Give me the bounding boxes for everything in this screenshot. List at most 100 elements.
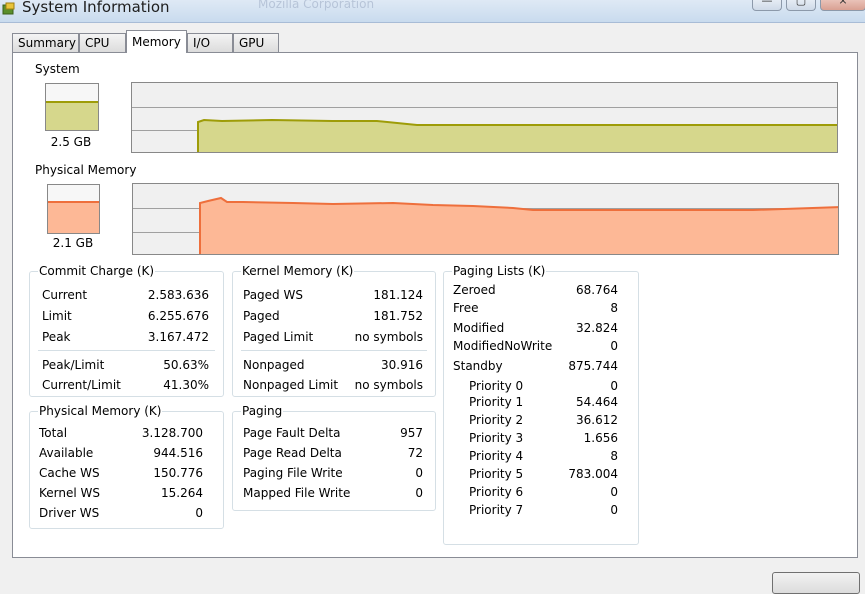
commit-current-limit-value: 41.30% [163, 378, 209, 392]
kernel-paged-ws-value: 181.124 [373, 288, 423, 302]
physical-memory-gauge-label: 2.1 GB [52, 236, 94, 250]
commit-charge-title: Commit Charge (K) [38, 264, 156, 278]
window-title: System Information [22, 0, 170, 16]
system-history-plot [132, 107, 837, 152]
kernel-paged-value: 181.752 [373, 309, 423, 323]
tab-io[interactable]: I/O [187, 33, 233, 52]
paging-title: Paging [241, 404, 284, 418]
system-history-graph [131, 82, 838, 153]
physical-driver-ws-label: Driver WS [39, 506, 100, 520]
paging-lists-priority-2-value: 36.612 [576, 413, 618, 427]
kernel-nonpaged-limit-label: Nonpaged Limit [243, 378, 339, 392]
close-button[interactable]: × [820, 0, 865, 11]
kernel-paged-limit-label: Paged Limit [243, 330, 314, 344]
paging-lists-priority-1-value: 54.464 [576, 395, 618, 409]
kernel-nonpaged-value: 30.916 [381, 358, 423, 372]
commit-current-limit-label: Current/Limit [42, 378, 121, 392]
system-gauge-fill [46, 101, 98, 130]
paging-lists-modifiednowrite-value: 0 [610, 339, 618, 353]
close-icon: × [838, 0, 848, 7]
paging-lists-priority-3-label: Priority 3 [469, 431, 524, 445]
physical-cache-ws-label: Cache WS [39, 466, 100, 480]
paging-lists-priority-4-label: Priority 4 [469, 449, 524, 463]
kernel-paged-ws-label: Paged WS [243, 288, 303, 302]
title-bar: System Information Mozilla Corporation —… [0, 0, 865, 23]
paging-lists-priority-6-value: 0 [610, 485, 618, 499]
kernel-memory-title: Kernel Memory (K) [241, 264, 355, 278]
system-section-title: System [35, 62, 80, 76]
paging-group: Paging Page Fault Delta 957 Page Read De… [232, 404, 436, 511]
paging-lists-priority-0-label: Priority 0 [469, 379, 524, 393]
paging-fault-delta-value: 957 [400, 426, 423, 440]
paging-lists-group: Paging Lists (K) Zeroed 68.764 Free 8 Mo… [443, 264, 639, 545]
paging-lists-modified-label: Modified [453, 321, 505, 335]
paging-lists-priority-7-value: 0 [610, 503, 618, 517]
physical-memory-section-title: Physical Memory [35, 163, 137, 177]
commit-charge-group: Commit Charge (K) Current 2.583.636 Limi… [29, 264, 224, 397]
paging-fault-delta-label: Page Fault Delta [243, 426, 341, 440]
tab-summary[interactable]: Summary [12, 33, 79, 52]
commit-peak-label: Peak [42, 330, 71, 344]
maximize-icon: ▢ [795, 0, 807, 7]
physical-available-value: 944.516 [153, 446, 203, 460]
paging-lists-priority-2-label: Priority 2 [469, 413, 524, 427]
tab-memory[interactable]: Memory [126, 30, 187, 53]
physical-graph-area [200, 198, 838, 254]
paging-lists-standby-label: Standby [453, 359, 503, 373]
paging-file-write-label: Paging File Write [243, 466, 343, 480]
commit-limit-value: 6.255.676 [147, 309, 209, 323]
paging-lists-priority-5-label: Priority 5 [469, 467, 524, 481]
paging-lists-priority-3-value: 1.656 [583, 431, 618, 445]
physical-memory-gauge [47, 184, 100, 234]
physical-total-value: 3.128.700 [141, 426, 203, 440]
tab-gpu[interactable]: GPU [233, 33, 279, 52]
paging-read-delta-value: 72 [407, 446, 423, 460]
commit-limit-label: Limit [42, 309, 72, 323]
minimize-icon: — [761, 0, 773, 7]
paging-lists-free-value: 8 [610, 301, 618, 315]
kernel-memory-group: Kernel Memory (K) Paged WS 181.124 Paged… [232, 264, 436, 397]
kernel-paged-label: Paged [243, 309, 280, 323]
paging-lists-priority-7-label: Priority 7 [469, 503, 524, 517]
maximize-button[interactable]: ▢ [786, 0, 816, 11]
paging-lists-standby-value: 875.744 [568, 359, 618, 373]
kernel-nonpaged-limit-value: no symbols [354, 378, 423, 392]
commit-peak-limit-label: Peak/Limit [42, 358, 105, 372]
minimize-button[interactable]: — [752, 0, 782, 11]
kernel-separator [241, 350, 427, 351]
kernel-nonpaged-label: Nonpaged [243, 358, 305, 372]
paging-lists-priority-4-value: 8 [610, 449, 618, 463]
kernel-paged-limit-value: no symbols [354, 330, 423, 344]
physical-total-label: Total [39, 426, 68, 440]
app-icon [2, 2, 15, 15]
paging-mapped-file-write-label: Mapped File Write [243, 486, 351, 500]
physical-kernel-ws-value: 15.264 [161, 486, 203, 500]
system-gauge-label: 2.5 GB [50, 135, 92, 149]
system-gauge [45, 83, 99, 131]
paging-lists-priority-6-label: Priority 6 [469, 485, 524, 499]
ok-button[interactable] [772, 572, 860, 594]
paging-lists-priority-1-label: Priority 1 [469, 395, 524, 409]
physical-memory-gauge-fill [48, 200, 99, 233]
physical-cache-ws-value: 150.776 [153, 466, 203, 480]
paging-lists-modified-value: 32.824 [576, 321, 618, 335]
commit-peak-limit-value: 50.63% [163, 358, 209, 372]
commit-current-label: Current [42, 288, 88, 302]
commit-separator [38, 350, 215, 351]
paging-lists-modifiednowrite-label: ModifiedNoWrite [453, 339, 553, 353]
commit-peak-value: 3.167.472 [147, 330, 209, 344]
tab-cpu[interactable]: CPU [79, 33, 126, 52]
paging-lists-title: Paging Lists (K) [452, 264, 547, 278]
physical-memory-history-graph [132, 183, 839, 255]
paging-file-write-value: 0 [415, 466, 423, 480]
paging-lists-priority-5-value: 783.004 [568, 467, 618, 481]
paging-lists-zeroed-label: Zeroed [453, 283, 496, 297]
physical-memory-group-title: Physical Memory (K) [38, 404, 163, 418]
physical-driver-ws-value: 0 [195, 506, 203, 520]
physical-memory-group: Physical Memory (K) Total 3.128.700 Avai… [29, 404, 224, 529]
memory-tab-panel: System 2.5 GB Physical Memory 2.1 GB Com… [12, 52, 858, 558]
paging-lists-free-label: Free [453, 301, 479, 315]
paging-lists-zeroed-value: 68.764 [576, 283, 618, 297]
paging-lists-priority-0-value: 0 [610, 379, 618, 393]
paging-read-delta-label: Page Read Delta [243, 446, 342, 460]
